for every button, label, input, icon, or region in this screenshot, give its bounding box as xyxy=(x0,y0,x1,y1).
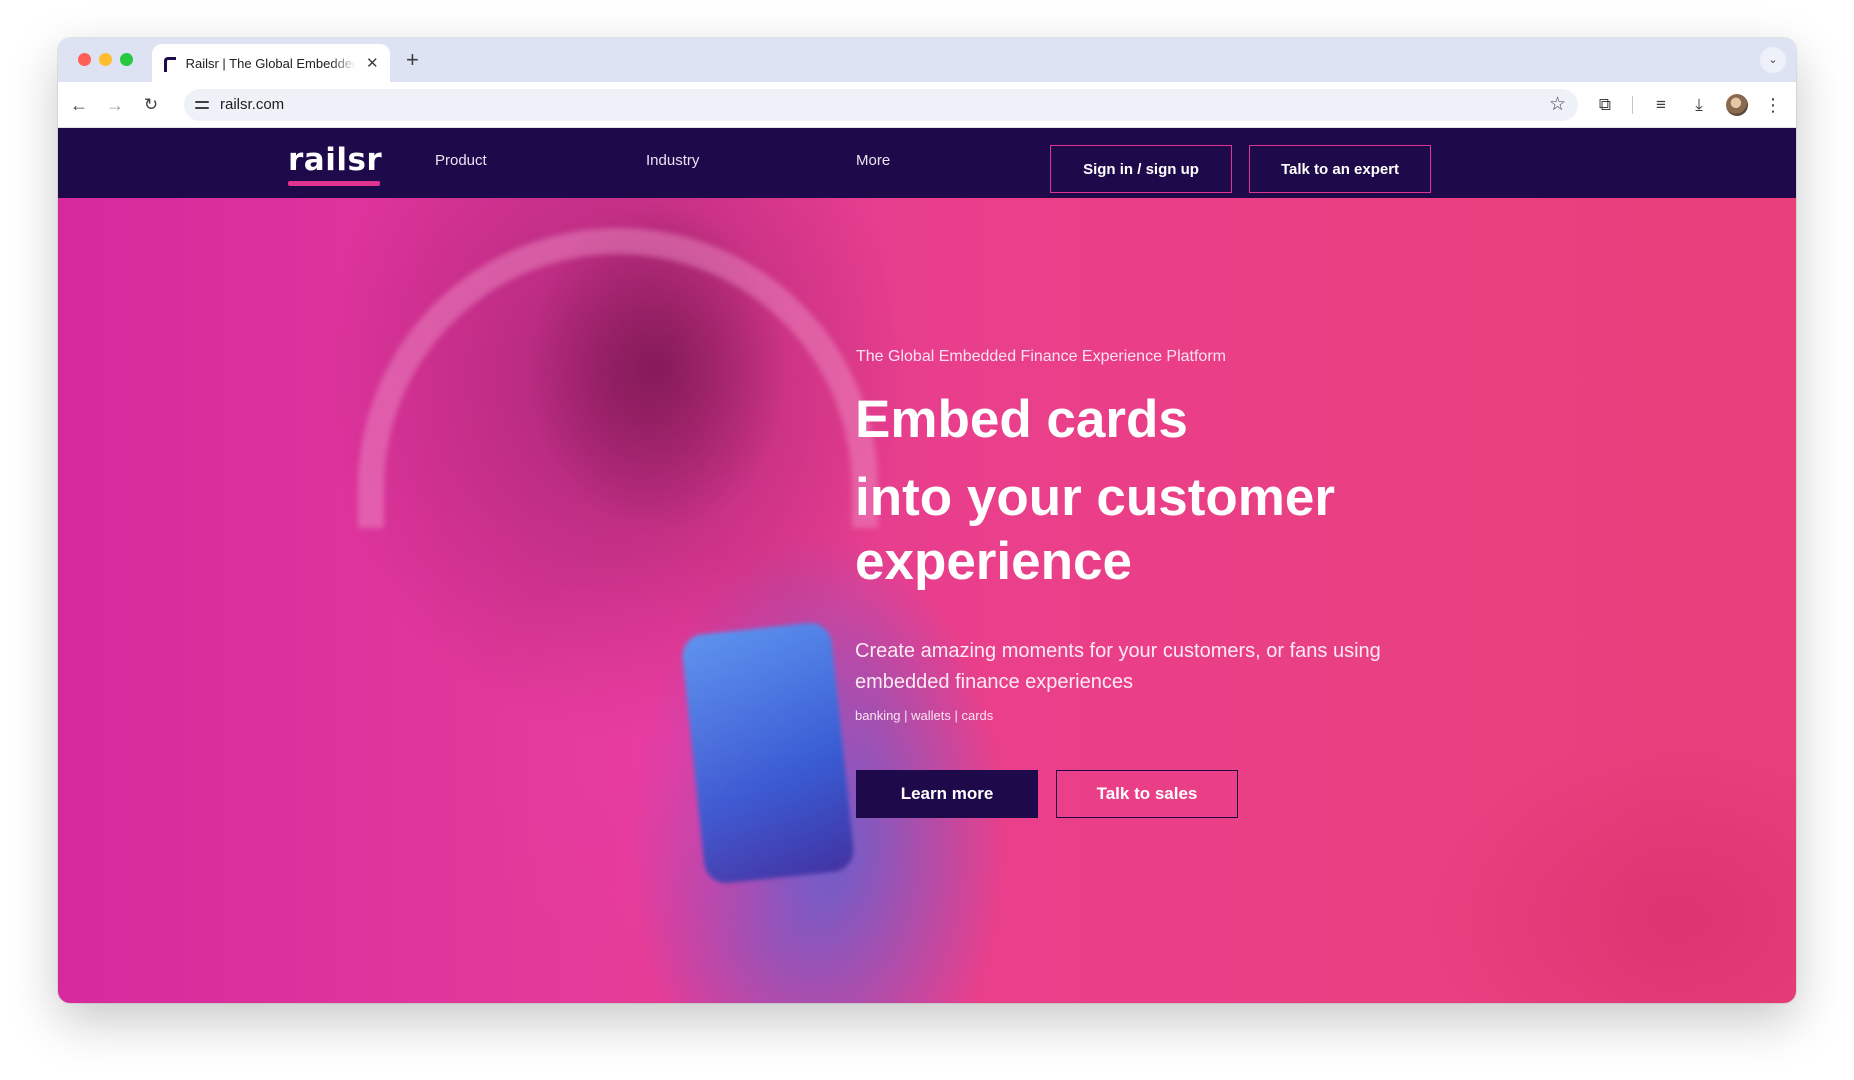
address-bar[interactable]: railsr.com ☆ xyxy=(184,89,1578,121)
puzzle-icon[interactable]: ⧉ xyxy=(1592,92,1618,118)
nav-product[interactable]: Product xyxy=(435,152,487,169)
star-icon[interactable]: ☆ xyxy=(1549,93,1566,116)
talk-to-expert-button[interactable]: Talk to an expert xyxy=(1249,145,1431,193)
tab-search-chevron-icon[interactable]: ⌄ xyxy=(1760,47,1786,73)
sign-in-button[interactable]: Sign in / sign up xyxy=(1050,145,1232,193)
hero-photo-headphones xyxy=(358,228,878,528)
profile-avatar[interactable] xyxy=(1726,94,1748,116)
toolbar-divider xyxy=(1632,96,1633,114)
tab-title: Railsr | The Global Embedded Finance Exp… xyxy=(185,55,357,71)
talk-to-sales-button[interactable]: Talk to sales xyxy=(1056,770,1238,818)
close-tab-icon[interactable]: ✕ xyxy=(364,54,380,72)
hero-tags: banking | wallets | cards xyxy=(855,708,994,723)
hero-headline-primary: Embed cards xyxy=(855,390,1188,449)
media-control-icon[interactable]: ≡ xyxy=(1648,92,1674,118)
new-tab-icon[interactable]: + xyxy=(406,47,419,73)
tab-strip: Railsr | The Global Embedded Finance Exp… xyxy=(58,38,1796,82)
railsr-favicon-icon xyxy=(162,56,176,72)
railsr-logo[interactable]: railsr xyxy=(288,142,382,178)
web-page: railsr Product Industry More Sign in / s… xyxy=(58,128,1796,1003)
nav-more[interactable]: More xyxy=(856,152,890,169)
nav-industry[interactable]: Industry xyxy=(646,152,699,169)
site-settings-icon[interactable] xyxy=(194,97,210,113)
hero-headline-secondary: into your customer experience xyxy=(855,468,1336,591)
learn-more-button[interactable]: Learn more xyxy=(856,770,1038,818)
back-icon[interactable]: ← xyxy=(66,92,92,118)
hero-eyebrow: The Global Embedded Finance Experience P… xyxy=(856,348,1226,365)
reload-icon[interactable]: ↻ xyxy=(138,92,164,118)
minimize-window-button[interactable] xyxy=(99,53,112,66)
logo-underline xyxy=(288,181,380,186)
close-window-button[interactable] xyxy=(78,53,91,66)
hero-subcopy: Create amazing moments for your customer… xyxy=(855,640,1381,693)
maximize-window-button[interactable] xyxy=(120,53,133,66)
browser-toolbar: ← → ↻ railsr.com ☆ ⧉ ≡ ⤓ ⋮ xyxy=(58,82,1796,128)
browser-tab-active[interactable]: Railsr | The Global Embedded Finance Exp… xyxy=(152,44,390,82)
browser-window: Railsr | The Global Embedded Finance Exp… xyxy=(58,38,1796,1003)
hero-section: The Global Embedded Finance Experience P… xyxy=(58,198,1796,1003)
site-header: railsr Product Industry More Sign in / s… xyxy=(58,128,1796,198)
hero-photo-phone xyxy=(680,620,856,886)
forward-icon[interactable]: → xyxy=(102,92,128,118)
url-text[interactable]: railsr.com xyxy=(220,96,284,113)
download-icon[interactable]: ⤓ xyxy=(1686,92,1712,118)
kebab-menu-icon[interactable]: ⋮ xyxy=(1760,92,1786,118)
